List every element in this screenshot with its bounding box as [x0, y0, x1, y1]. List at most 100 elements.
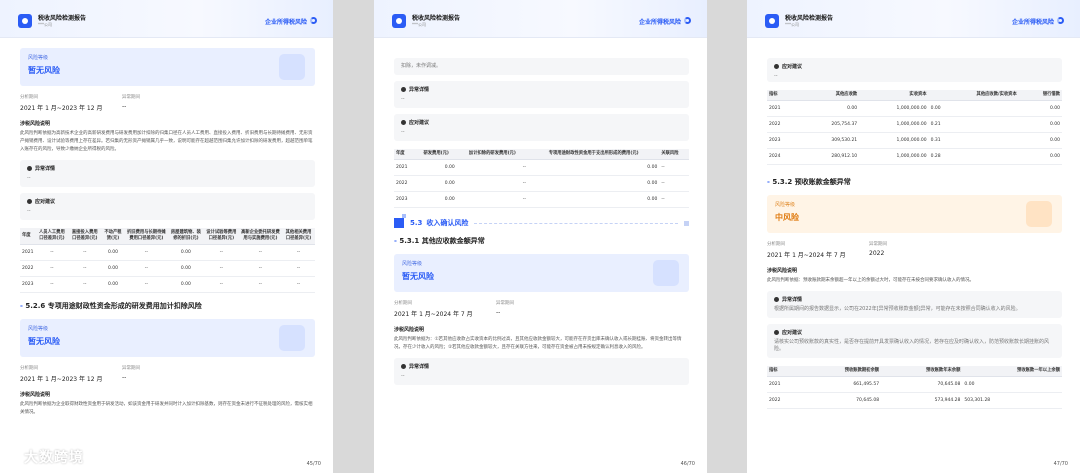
table-header: 银行借款 — [1018, 90, 1062, 101]
table-row: 2022 205,754.37 1,000,000.00 0.21 0.00 — [767, 116, 1062, 133]
table-cell: -- — [238, 244, 283, 261]
table-header: 研发费用(元) — [415, 149, 457, 160]
abnormal-detail-title: 异常详情 — [35, 166, 56, 172]
table-header: 人员人工费用口径差异(元) — [35, 228, 69, 245]
table-row: 2023 -- -- 0.00 -- 0.00 -- -- -- — [20, 276, 315, 293]
abnormal-detail-box: 异常详情 -- — [394, 358, 689, 385]
table-header: 不动产租赁(元) — [101, 228, 125, 245]
table-row: 2021 0.00 1,000,000.00 0.00 0.00 — [767, 100, 1062, 117]
table-cell: -- — [282, 260, 315, 277]
period-value: 2021 年 1 月~2023 年 12 月 — [20, 105, 103, 112]
advice-title: 应对建议 — [409, 120, 430, 126]
desc-title: 涉税风险说明 — [394, 327, 425, 333]
table-cell: -- — [659, 159, 689, 176]
desc-text: 此风险判断依据为企业取得财政性资金用于研发活动，如该资金用于研发并同时计入加计扣… — [20, 402, 313, 415]
page-header: 税收风险检测报告 ***公司 企业所得税风险 — [0, 0, 333, 38]
table-cell: 2023 — [20, 276, 36, 293]
chapter-divider — [474, 222, 678, 224]
period-meta: 分析期间 2021 年 1 月~2024 年 7 月 异常期间 -- — [394, 300, 689, 318]
table-header: 专项用途财政性资金用于支出所形成的费用(元) — [527, 149, 660, 160]
half-circle-icon — [1057, 17, 1064, 24]
table-cell: -- — [35, 276, 69, 293]
table-row: 2022 70,645.08 573,944.28 503,301.28 — [767, 392, 1062, 409]
page-number: 47/70 — [1053, 461, 1068, 467]
page-number: 46/70 — [680, 461, 695, 467]
table-cell: 0.00 — [167, 244, 204, 261]
table-row: 2021 0.00 -- 0.00 -- — [394, 159, 689, 176]
table-cell: 0.28 — [928, 148, 1019, 165]
advice-box: 应对建议 -- — [767, 58, 1062, 82]
table-cell: -- — [124, 260, 168, 277]
table-cell: 0.00 — [798, 100, 860, 117]
table-cell: 205,754.37 — [798, 116, 860, 133]
abnormal-detail-title: 异常详情 — [782, 297, 803, 303]
table-cell: 70,645.08 — [799, 392, 882, 409]
info-icon — [401, 86, 406, 92]
table-header: 预收账款年末余额 — [881, 366, 963, 377]
table-header: 年度 — [20, 228, 36, 245]
abnormal-detail-title: 异常详情 — [409, 364, 430, 370]
table-cell: 0.00 — [928, 100, 1019, 117]
section-number: 5.2.6 — [25, 302, 46, 310]
shield-decoration-icon — [1026, 201, 1052, 227]
table-cell: -- — [456, 175, 528, 192]
table-header: 预收账款一年以上余额 — [962, 366, 1062, 377]
risk-level-value: 暂无风险 — [402, 272, 434, 281]
table-cell: 661,495.57 — [799, 376, 882, 393]
company-name: ***公司 — [412, 22, 426, 27]
advice-box: 应对建议 请核实公司预收账款的真实性，是否存在提前开具发票确认收入的情况，若存在… — [767, 324, 1062, 358]
table-cell: 0.00 — [101, 260, 125, 277]
table-row: 2023 309,530.21 1,000,000.00 0.31 0.00 — [767, 132, 1062, 149]
desc-title: 涉税风险说明 — [20, 392, 51, 398]
abnormal-period-value: 2022 — [869, 250, 885, 257]
table-cell: -- — [456, 191, 528, 208]
advice-title: 应对建议 — [782, 64, 803, 70]
table-header: 设计试验等费用口径差异(元) — [203, 228, 239, 245]
table-cell: -- — [238, 260, 283, 277]
chapter-number: 5.3 — [410, 219, 423, 227]
advice-value: -- — [401, 129, 405, 135]
report-page-45: 税收风险检测报告 ***公司 企业所得税风险 风险等级 暂无风险 分析期间 20… — [0, 0, 333, 473]
abnormal-detail-box: 异常详情 根据所属期间的报告数据显示，公司在2022年[异常预收账款金额]异常，… — [767, 291, 1062, 318]
table-cell: 1,000,000.00 — [859, 148, 929, 165]
period-meta: 分析期间 2021 年 1 月~2024 年 7 月 异常期间 2022 — [767, 241, 1062, 259]
table-cell: -- — [68, 260, 102, 277]
report-page-46: 税收风险检测报告 ***公司 企业所得税风险 扣除，未作调减。 异常详情 -- … — [374, 0, 707, 473]
table-cell: 0.00 — [1018, 148, 1062, 165]
table-cell: 2023 — [767, 132, 799, 149]
abnormal-period-label: 异常期间 — [122, 366, 140, 371]
table-cell: 0.00 — [101, 276, 125, 293]
report-logo-icon — [765, 14, 779, 28]
table-header: 其他应收款/实收资本 — [928, 90, 1019, 101]
advice-icon — [27, 198, 32, 204]
advice-icon — [774, 329, 779, 335]
table-cell: 2021 — [767, 100, 799, 117]
table-cell: 503,301.28 — [962, 392, 1062, 409]
half-circle-icon — [684, 17, 691, 24]
chapter-heading: 5.3 收入确认风险 — [394, 214, 689, 228]
table-cell: 309,530.21 — [798, 132, 860, 149]
company-name: ***公司 — [785, 22, 799, 27]
table-cell: 0.31 — [928, 132, 1019, 149]
report-title: 税收风险检测报告 — [412, 15, 461, 22]
risk-category-tag: 企业所得税风险 — [264, 19, 307, 26]
advice-box: 应对建议 -- — [20, 193, 315, 220]
continued-text-box: 扣除，未作调减。 — [394, 58, 689, 75]
risk-level-label: 风险等级 — [28, 55, 49, 61]
watermark-logo: 大数跨境 — [6, 447, 84, 467]
table-cell: -- — [203, 276, 239, 293]
info-icon — [27, 165, 32, 171]
section-title: 其他应收款金额异常 — [421, 237, 485, 245]
table-header: 折旧费用与长期待摊费用口径差异(元) — [124, 228, 168, 245]
table-cell: 0.00 — [415, 159, 457, 176]
rd-diff-table: 年度 人员人工费用口径差异(元) 直接投入费用口径差异(元) 不动产租赁(元) … — [20, 228, 315, 293]
table-header: 其他应收款 — [798, 90, 860, 101]
half-circle-icon — [310, 17, 317, 24]
page-number: 45/70 — [306, 461, 321, 467]
risk-level-card: 风险等级 暂无风险 — [20, 319, 315, 357]
table-cell: 0.00 — [1018, 116, 1062, 133]
table-cell: -- — [238, 276, 283, 293]
desc-text: 此风险判断依据为：①若其他应收款占实收资本的比例过高，且其他应收款金额较大，可能… — [394, 337, 682, 350]
risk-level-card: 风险等级 暂无风险 — [394, 254, 689, 292]
continued-text: 扣除，未作调减。 — [401, 63, 442, 69]
